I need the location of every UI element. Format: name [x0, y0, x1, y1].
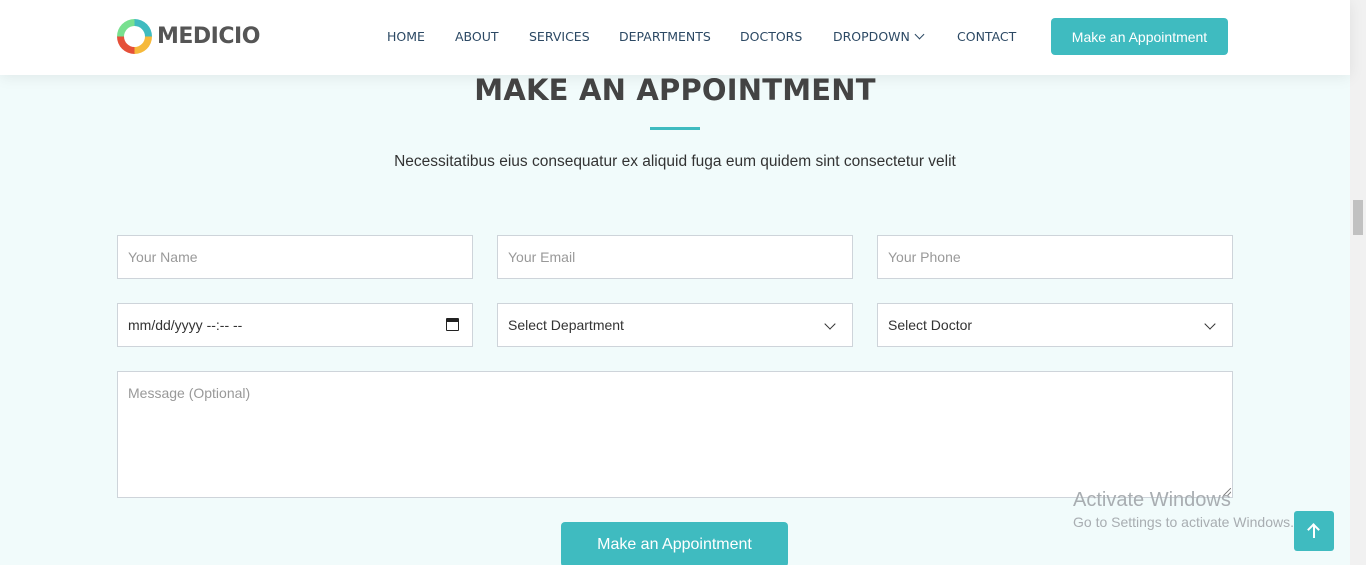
logo-ring-icon	[117, 19, 152, 54]
chevron-down-icon	[824, 318, 836, 330]
nav-about[interactable]: ABOUT	[455, 29, 499, 44]
activate-windows-watermark: Activate Windows Go to Settings to activ…	[1073, 489, 1294, 530]
message-textarea[interactable]: Message (Optional)	[117, 371, 1233, 498]
section-title: MAKE AN APPOINTMENT	[474, 73, 876, 107]
name-placeholder: Your Name	[128, 249, 198, 265]
message-placeholder: Message (Optional)	[128, 385, 251, 401]
email-input[interactable]: Your Email	[497, 235, 853, 279]
chevron-down-icon	[914, 29, 925, 40]
calendar-icon[interactable]	[446, 318, 459, 331]
submit-appointment-button[interactable]: Make an Appointment	[561, 522, 788, 565]
doctor-selected: Select Doctor	[888, 317, 973, 333]
chevron-down-icon	[1204, 318, 1216, 330]
site-header: MEDICIO HOME ABOUT SERVICES DEPARTMENTS …	[0, 0, 1350, 75]
nav-departments[interactable]: DEPARTMENTS	[619, 29, 711, 44]
phone-input[interactable]: Your Phone	[877, 235, 1233, 279]
nav-contact[interactable]: CONTACT	[957, 29, 1016, 44]
logo-text: MEDICIO	[157, 24, 260, 49]
name-input[interactable]: Your Name	[117, 235, 473, 279]
activate-title: Activate Windows	[1073, 489, 1231, 511]
activate-subtitle: Go to Settings to activate Windows.	[1073, 514, 1294, 530]
phone-placeholder: Your Phone	[888, 249, 961, 265]
title-divider	[650, 127, 700, 130]
section-subtitle: Necessitatibus eius consequatur ex aliqu…	[394, 153, 956, 170]
scrollbar-thumb[interactable]	[1353, 200, 1363, 235]
back-to-top-button[interactable]	[1294, 511, 1334, 551]
nav-services[interactable]: SERVICES	[529, 29, 590, 44]
nav-doctors[interactable]: DOCTORS	[740, 29, 802, 44]
department-selected: Select Department	[508, 317, 624, 333]
logo[interactable]: MEDICIO	[117, 19, 260, 54]
header-appointment-button[interactable]: Make an Appointment	[1051, 18, 1228, 55]
department-select[interactable]: Select Department	[497, 303, 853, 347]
datetime-input[interactable]: mm/dd/yyyy --:-- --	[117, 303, 473, 347]
doctor-select[interactable]: Select Doctor	[877, 303, 1233, 347]
nav-dropdown[interactable]: DROPDOWN	[833, 29, 925, 44]
arrow-up-icon	[1307, 523, 1321, 539]
nav-home[interactable]: HOME	[387, 29, 425, 44]
page-scrollbar[interactable]	[1350, 0, 1366, 565]
nav-dropdown-label: DROPDOWN	[833, 29, 910, 44]
email-placeholder: Your Email	[508, 249, 576, 265]
datetime-value: mm/dd/yyyy --:-- --	[128, 317, 243, 333]
